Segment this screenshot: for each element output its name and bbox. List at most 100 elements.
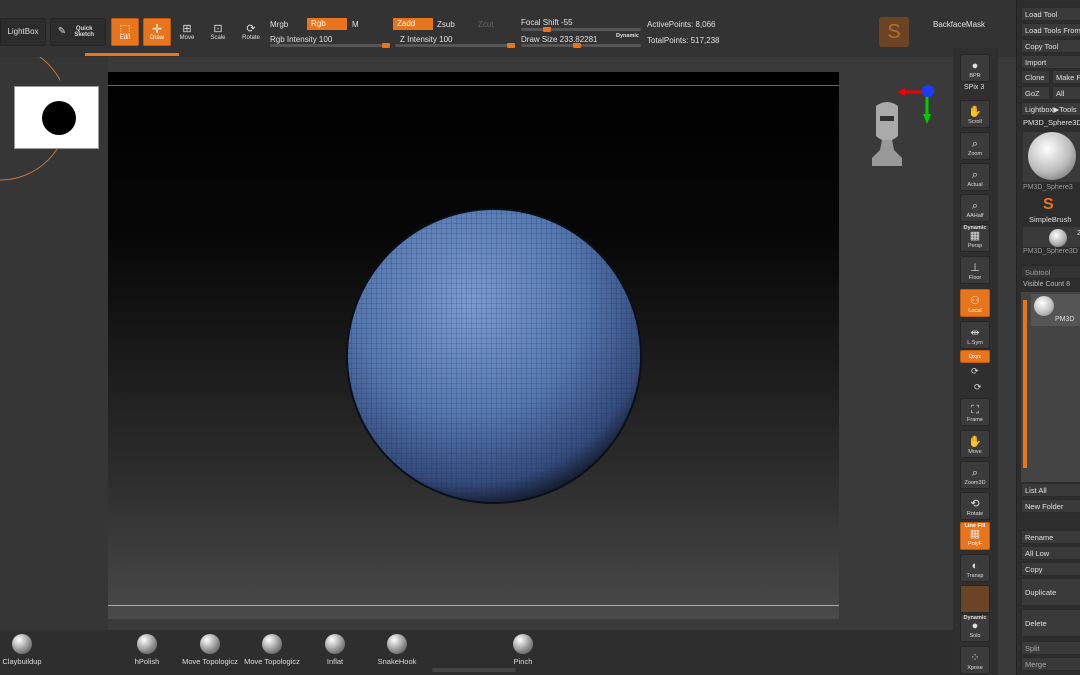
brush-snakehook[interactable]: SnakeHook	[374, 634, 420, 666]
brush-claybuildup[interactable]: Claybuildup	[0, 634, 44, 666]
focal-shift-slider[interactable]	[521, 27, 641, 32]
subtool-scrollbar[interactable]	[1023, 300, 1027, 468]
lightbox-button[interactable]: LightBox	[0, 18, 46, 46]
brush-pinch[interactable]: Pinch	[506, 634, 540, 666]
all-low-button[interactable]: All Low	[1021, 546, 1080, 560]
slider-knob	[573, 43, 581, 48]
lightbox-tools-button[interactable]: Lightbox▶Tools	[1021, 102, 1080, 116]
quick-sketch-button[interactable]: ✎ Quick Sketch	[50, 18, 106, 46]
move-button[interactable]: ⊞ Move	[175, 20, 199, 44]
spix-label[interactable]: SPix 3	[964, 84, 984, 91]
rename-button[interactable]: Rename	[1021, 530, 1080, 544]
zadd-toggle[interactable]: Zadd	[393, 18, 433, 30]
duplicate-button[interactable]: Duplicate	[1021, 578, 1080, 606]
hand-icon: ✋	[968, 106, 982, 118]
solo-button[interactable]: Dynamic ● Solo	[960, 614, 990, 642]
secondary-tool-slot[interactable]: 2	[1023, 227, 1080, 247]
rotate-y-icon[interactable]: ⟳	[971, 366, 979, 377]
import-button[interactable]: Import	[1021, 55, 1080, 69]
sphere-mesh[interactable]	[346, 208, 642, 504]
zoom-button[interactable]: ⌕ Zoom	[960, 132, 990, 160]
load-tools-from-button[interactable]: Load Tools From	[1021, 23, 1080, 37]
transp-button[interactable]: ◐ Transp	[960, 554, 990, 582]
goz-all-button[interactable]: All	[1052, 86, 1080, 100]
brush-move-topological-1[interactable]: Move Topologicz	[180, 634, 240, 666]
edit-button[interactable]: ⬚ Edit	[111, 18, 139, 46]
tool-tray: Load Tool Load Tools From Copy Tool Impo…	[1016, 0, 1080, 675]
rotate-icon: ⟲	[970, 498, 980, 510]
rotate-icon: ⟳	[246, 22, 256, 35]
ghost-button[interactable]	[960, 585, 990, 613]
polyf-button[interactable]: Line Fill ▦ PolyF	[960, 522, 990, 550]
brush-hpolish[interactable]: hPolish	[127, 634, 167, 666]
lsym-button[interactable]: ⇹ L.Sym	[960, 321, 990, 349]
load-tool-button[interactable]: Load Tool	[1021, 7, 1080, 21]
z-intensity-label: Z Intensity 100	[400, 35, 453, 44]
new-folder-button[interactable]: New Folder	[1021, 499, 1080, 513]
subtool-header[interactable]: Subtool	[1021, 265, 1080, 279]
frame-button[interactable]: ⛶ Frame	[960, 398, 990, 426]
copy-tool-button[interactable]: Copy Tool	[1021, 39, 1080, 53]
mrgb-toggle[interactable]: Mrgb	[270, 20, 288, 29]
rgb-toggle[interactable]: Rgb	[307, 18, 347, 30]
rotate-view-button[interactable]: ⟲ Rotate	[960, 492, 990, 520]
move-icon: ⊞	[182, 22, 192, 35]
visible-count-label[interactable]: Visible Count 8	[1023, 281, 1070, 288]
alpha-preview[interactable]	[14, 86, 99, 149]
scale-button[interactable]: ⊡ Scale	[206, 20, 230, 44]
sphere-subtool-icon	[1034, 296, 1054, 316]
head-navigator-icon[interactable]	[868, 100, 906, 166]
brush-inflat[interactable]: Inflat	[318, 634, 352, 666]
goz-button[interactable]: GoZ	[1021, 86, 1050, 100]
list-all-button[interactable]: List All	[1021, 483, 1080, 497]
zcut-toggle[interactable]: Zcut	[478, 20, 494, 29]
scale-icon: ⊡	[213, 22, 223, 35]
brush-ball-icon	[387, 634, 407, 654]
bpr-button[interactable]: ● BPR	[960, 54, 990, 82]
brush-ball-icon	[200, 634, 220, 654]
rotate-button[interactable]: ⟳ Rotate	[238, 20, 264, 44]
backface-mask-toggle[interactable]: BackfaceMask	[933, 20, 985, 29]
floor-button[interactable]: ⊥ Floor	[960, 256, 990, 284]
draw-button[interactable]: ✛ Draw	[143, 18, 171, 46]
zoom3d-button[interactable]: ⌕ Zoom3D	[960, 461, 990, 489]
make-polymesh-button[interactable]: Make P	[1052, 70, 1080, 84]
split-button[interactable]: Split	[1021, 641, 1080, 655]
xyz-button[interactable]: Qxyz	[960, 350, 990, 363]
clone-button[interactable]: Clone	[1021, 70, 1050, 84]
simple-brush-icon[interactable]: S	[1043, 196, 1054, 214]
scroll-button[interactable]: ✋ Scroll	[960, 100, 990, 128]
brush-ball-icon	[137, 634, 157, 654]
persp-icon: ▦	[969, 230, 981, 242]
subtool-list[interactable]: PM3D	[1021, 292, 1080, 482]
tool-thumbnail[interactable]	[1023, 132, 1080, 182]
rotate-z-icon[interactable]: ⟳	[974, 382, 982, 393]
local-button[interactable]: ⚇ Local	[960, 289, 990, 317]
subtool-item[interactable]: PM3D	[1031, 294, 1080, 326]
copy-button[interactable]: Copy	[1021, 562, 1080, 576]
brush-ball-icon	[513, 634, 533, 654]
right-shelf: ● BPR SPix 3 ✋ Scroll ⌕ Zoom ⌕ Actual ⌕ AAHal…	[953, 48, 998, 675]
aahalf-button[interactable]: ⌕ AAHalf	[960, 194, 990, 222]
magnifier-icon: ⌕	[971, 467, 979, 479]
persp-button[interactable]: Dynamic ▦ Persp	[960, 224, 990, 252]
merge-button[interactable]: Merge	[1021, 657, 1080, 671]
delete-button[interactable]: Delete	[1021, 609, 1080, 637]
zsub-toggle[interactable]: Zsub	[437, 20, 455, 29]
z-intensity-slider[interactable]	[395, 43, 515, 48]
shelf-scroll-handle[interactable]	[432, 668, 516, 672]
active-points-readout: ActivePoints: 8,066	[647, 20, 716, 29]
focal-shift-label: Focal Shift -55	[521, 18, 573, 27]
m-toggle[interactable]: M	[352, 20, 359, 29]
xpose-button[interactable]: ⁘ Xpose	[960, 646, 990, 674]
magnifier-icon: ⌕	[971, 200, 979, 212]
dynamic-toggle[interactable]: Dynamic	[616, 33, 639, 39]
brush-move-topological-2[interactable]: Move Topologicz	[242, 634, 302, 666]
draw-size-slider[interactable]	[521, 43, 641, 48]
rgb-intensity-slider[interactable]	[270, 43, 390, 48]
actual-button[interactable]: ⌕ Actual	[960, 163, 990, 191]
left-panel	[0, 57, 108, 630]
viewport-canvas[interactable]	[108, 72, 839, 619]
brush-ball-icon	[12, 634, 32, 654]
move-view-button[interactable]: ✋ Move	[960, 430, 990, 458]
